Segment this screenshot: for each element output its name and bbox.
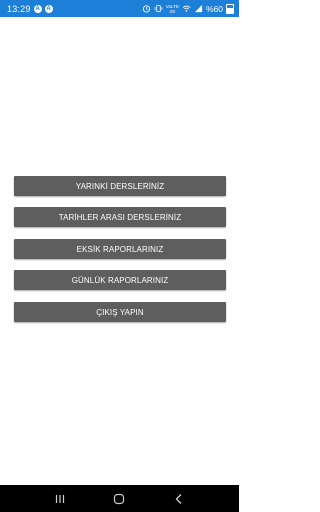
logout-button[interactable]: ÇIKIŞ YAPIN xyxy=(14,302,226,322)
wifi-icon xyxy=(182,4,191,13)
date-range-lessons-button[interactable]: TARİHLER ARASI DERSLERİNİZ xyxy=(14,207,226,227)
notification-icon: A xyxy=(44,4,53,13)
recent-apps-icon[interactable] xyxy=(53,492,67,506)
status-left: 13:29 A A xyxy=(7,4,53,14)
network-4g-label: 4G xyxy=(169,8,176,14)
daily-reports-button[interactable]: GÜNLÜK RAPORLARINIZ xyxy=(14,270,226,290)
status-right: VoLTE 4G %60 xyxy=(142,3,234,14)
alarm-icon xyxy=(142,4,151,13)
back-icon[interactable] xyxy=(172,492,186,506)
battery-percentage: %60 xyxy=(205,3,223,14)
signal-icon xyxy=(194,4,203,13)
status-bar: 13:29 A A VoLTE 4G %60 xyxy=(0,0,239,17)
tomorrow-lessons-button[interactable]: YARINKİ DERSLERİNİZ xyxy=(14,176,226,196)
missing-reports-button[interactable]: EKSİK RAPORLARINIZ xyxy=(14,239,226,259)
network-type-label: VoLTE 4G xyxy=(166,4,179,14)
navigation-bar xyxy=(0,485,239,512)
home-icon[interactable] xyxy=(112,492,126,506)
vibrate-icon xyxy=(154,4,163,13)
notification-icon: A xyxy=(33,4,42,13)
battery-icon xyxy=(226,3,234,14)
status-time: 13:29 xyxy=(7,3,31,14)
main-content: YARINKİ DERSLERİNİZ TARİHLER ARASI DERSL… xyxy=(0,17,239,485)
